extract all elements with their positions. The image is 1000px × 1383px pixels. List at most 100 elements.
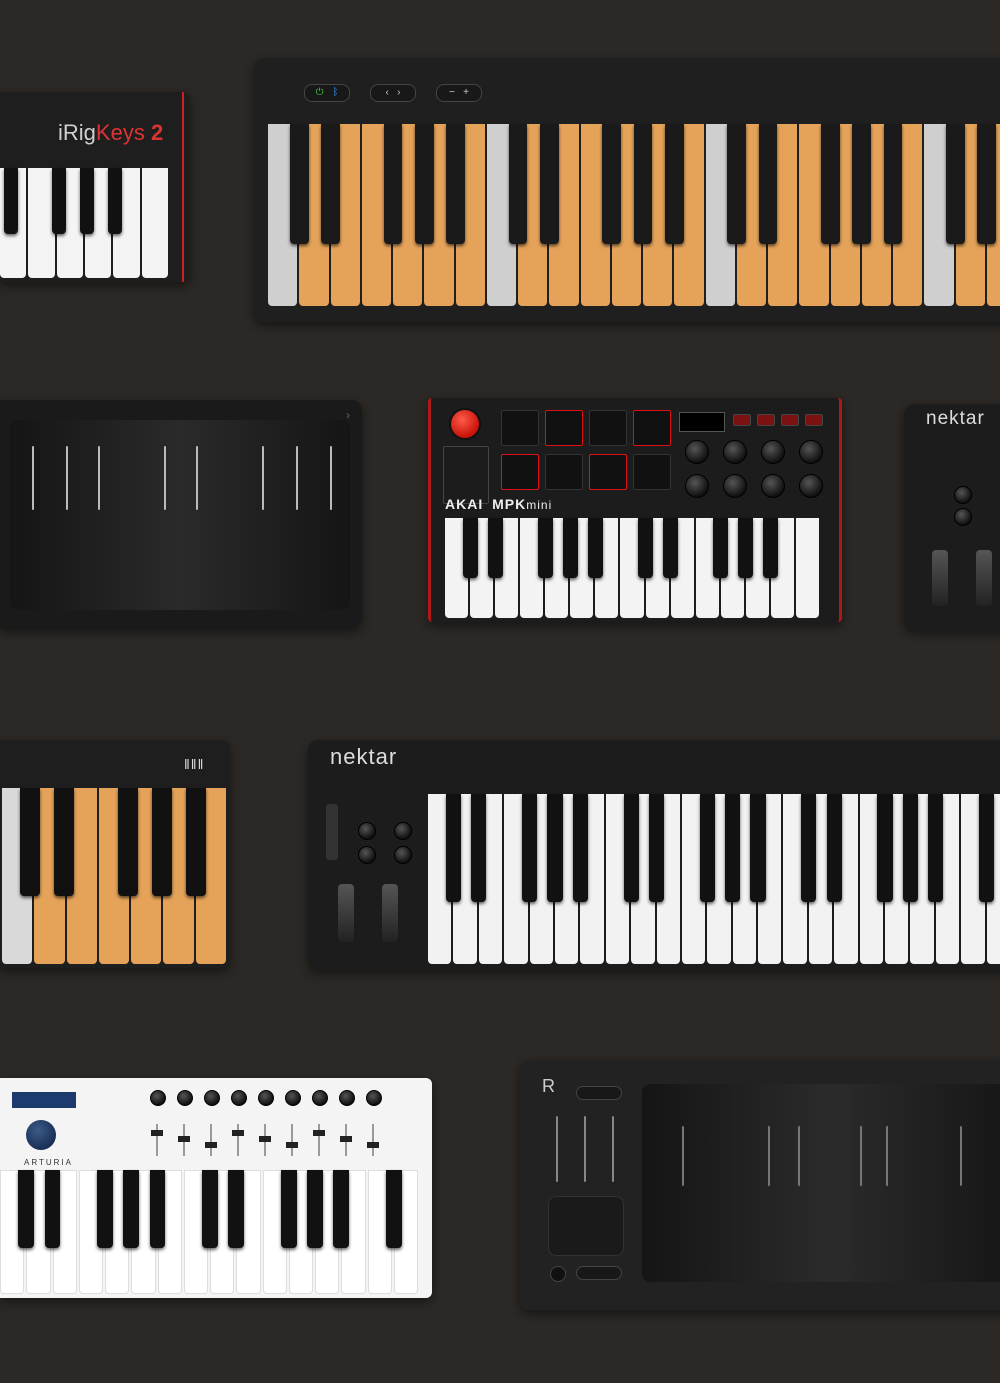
black-key[interactable] xyxy=(385,1170,402,1248)
knob-6[interactable] xyxy=(723,474,747,498)
main-encoder[interactable] xyxy=(26,1120,56,1150)
fader[interactable] xyxy=(210,1124,212,1156)
black-key[interactable] xyxy=(414,124,434,244)
pad-3[interactable] xyxy=(589,410,627,446)
black-key[interactable] xyxy=(18,1170,35,1248)
mod-wheel[interactable] xyxy=(976,550,992,606)
black-key[interactable] xyxy=(149,1170,166,1248)
fader[interactable] xyxy=(237,1124,239,1156)
rewind-button[interactable] xyxy=(358,846,376,864)
black-key[interactable] xyxy=(383,124,403,244)
orange-black-keys[interactable] xyxy=(268,124,1000,244)
black-key[interactable] xyxy=(321,124,340,244)
black-key[interactable] xyxy=(471,794,487,902)
knob-2[interactable] xyxy=(723,440,747,464)
black-key[interactable] xyxy=(123,1170,140,1248)
black-key[interactable] xyxy=(445,794,461,902)
black-key[interactable] xyxy=(852,124,872,244)
knob-4[interactable] xyxy=(799,440,823,464)
knob-8[interactable] xyxy=(799,474,823,498)
black-key[interactable] xyxy=(738,518,754,578)
joystick[interactable] xyxy=(449,408,481,440)
knob-5[interactable] xyxy=(685,474,709,498)
black-key[interactable] xyxy=(602,124,622,244)
rewind-button[interactable] xyxy=(954,508,972,526)
fader-cap[interactable] xyxy=(232,1130,244,1136)
nektar-black-keys[interactable] xyxy=(428,794,1000,902)
fader[interactable] xyxy=(372,1124,374,1156)
black-key[interactable] xyxy=(623,794,639,902)
touch-fader-3[interactable] xyxy=(612,1116,614,1182)
fader-cap[interactable] xyxy=(367,1142,379,1148)
xy-pad[interactable] xyxy=(548,1196,624,1256)
black-key[interactable] xyxy=(928,794,944,902)
black-key[interactable] xyxy=(699,794,715,902)
pad-8[interactable] xyxy=(633,454,671,490)
encoder-knob[interactable] xyxy=(339,1090,355,1106)
black-key[interactable] xyxy=(487,518,503,578)
black-key[interactable] xyxy=(750,794,766,902)
fader[interactable] xyxy=(156,1124,158,1156)
pad-2[interactable] xyxy=(545,410,583,446)
black-key[interactable] xyxy=(587,518,603,578)
black-key[interactable] xyxy=(547,794,563,902)
record-button[interactable] xyxy=(394,846,412,864)
black-key[interactable] xyxy=(333,1170,350,1248)
encoder-knob[interactable] xyxy=(150,1090,166,1106)
arturia-black-keys[interactable] xyxy=(0,1170,420,1248)
black-key[interactable] xyxy=(633,124,653,244)
black-key[interactable] xyxy=(202,1170,218,1248)
pad-4[interactable] xyxy=(633,410,671,446)
black-key[interactable] xyxy=(977,124,997,244)
fader-cap[interactable] xyxy=(286,1142,298,1148)
pitch-wheel[interactable] xyxy=(932,550,948,606)
black-key[interactable] xyxy=(638,518,654,578)
black-key[interactable] xyxy=(539,124,559,244)
black-key[interactable] xyxy=(280,1170,297,1248)
pad-5[interactable] xyxy=(501,454,539,490)
black-key[interactable] xyxy=(664,124,684,244)
volume-buttons[interactable]: − + xyxy=(436,84,482,102)
octave-slider[interactable] xyxy=(326,804,338,860)
black-key[interactable] xyxy=(228,1170,245,1248)
black-key[interactable] xyxy=(562,518,578,578)
play-button[interactable] xyxy=(358,822,376,840)
black-key[interactable] xyxy=(97,1170,113,1248)
fader-cap[interactable] xyxy=(178,1136,190,1142)
black-key[interactable] xyxy=(821,124,840,244)
keywave-surface[interactable] xyxy=(642,1084,1000,1282)
power-button[interactable]: ⏻ ᛒ xyxy=(304,84,350,102)
knob-1[interactable] xyxy=(685,440,709,464)
black-key[interactable] xyxy=(713,518,729,578)
encoder-knob[interactable] xyxy=(312,1090,328,1106)
fader[interactable] xyxy=(291,1124,293,1156)
black-key[interactable] xyxy=(289,124,309,244)
encoder-knob[interactable] xyxy=(204,1090,220,1106)
black-key[interactable] xyxy=(572,794,588,902)
black-key[interactable] xyxy=(978,794,995,902)
bottom-control-button[interactable] xyxy=(576,1266,622,1280)
black-key[interactable] xyxy=(826,794,842,902)
pad-1[interactable] xyxy=(501,410,539,446)
black-key[interactable] xyxy=(537,518,553,578)
fader-cap[interactable] xyxy=(313,1130,325,1136)
fader-cap[interactable] xyxy=(205,1142,217,1148)
black-key[interactable] xyxy=(307,1170,323,1248)
akai-black-keys[interactable] xyxy=(445,518,821,578)
fader-cap[interactable] xyxy=(259,1136,271,1142)
encoder-knob[interactable] xyxy=(177,1090,193,1106)
black-key[interactable] xyxy=(883,124,903,244)
black-key[interactable] xyxy=(725,794,741,902)
black-key[interactable] xyxy=(508,124,528,244)
touch-fader-1[interactable] xyxy=(556,1116,558,1182)
black-key[interactable] xyxy=(663,518,679,578)
black-key[interactable] xyxy=(521,794,538,902)
play-button[interactable] xyxy=(954,486,972,504)
black-key[interactable] xyxy=(801,794,817,902)
pad-6[interactable] xyxy=(545,454,583,490)
pad-7[interactable] xyxy=(589,454,627,490)
top-control-button[interactable] xyxy=(576,1086,622,1100)
encoder-knob[interactable] xyxy=(285,1090,301,1106)
fader[interactable] xyxy=(318,1124,320,1156)
arturia-encoders[interactable] xyxy=(150,1090,390,1160)
